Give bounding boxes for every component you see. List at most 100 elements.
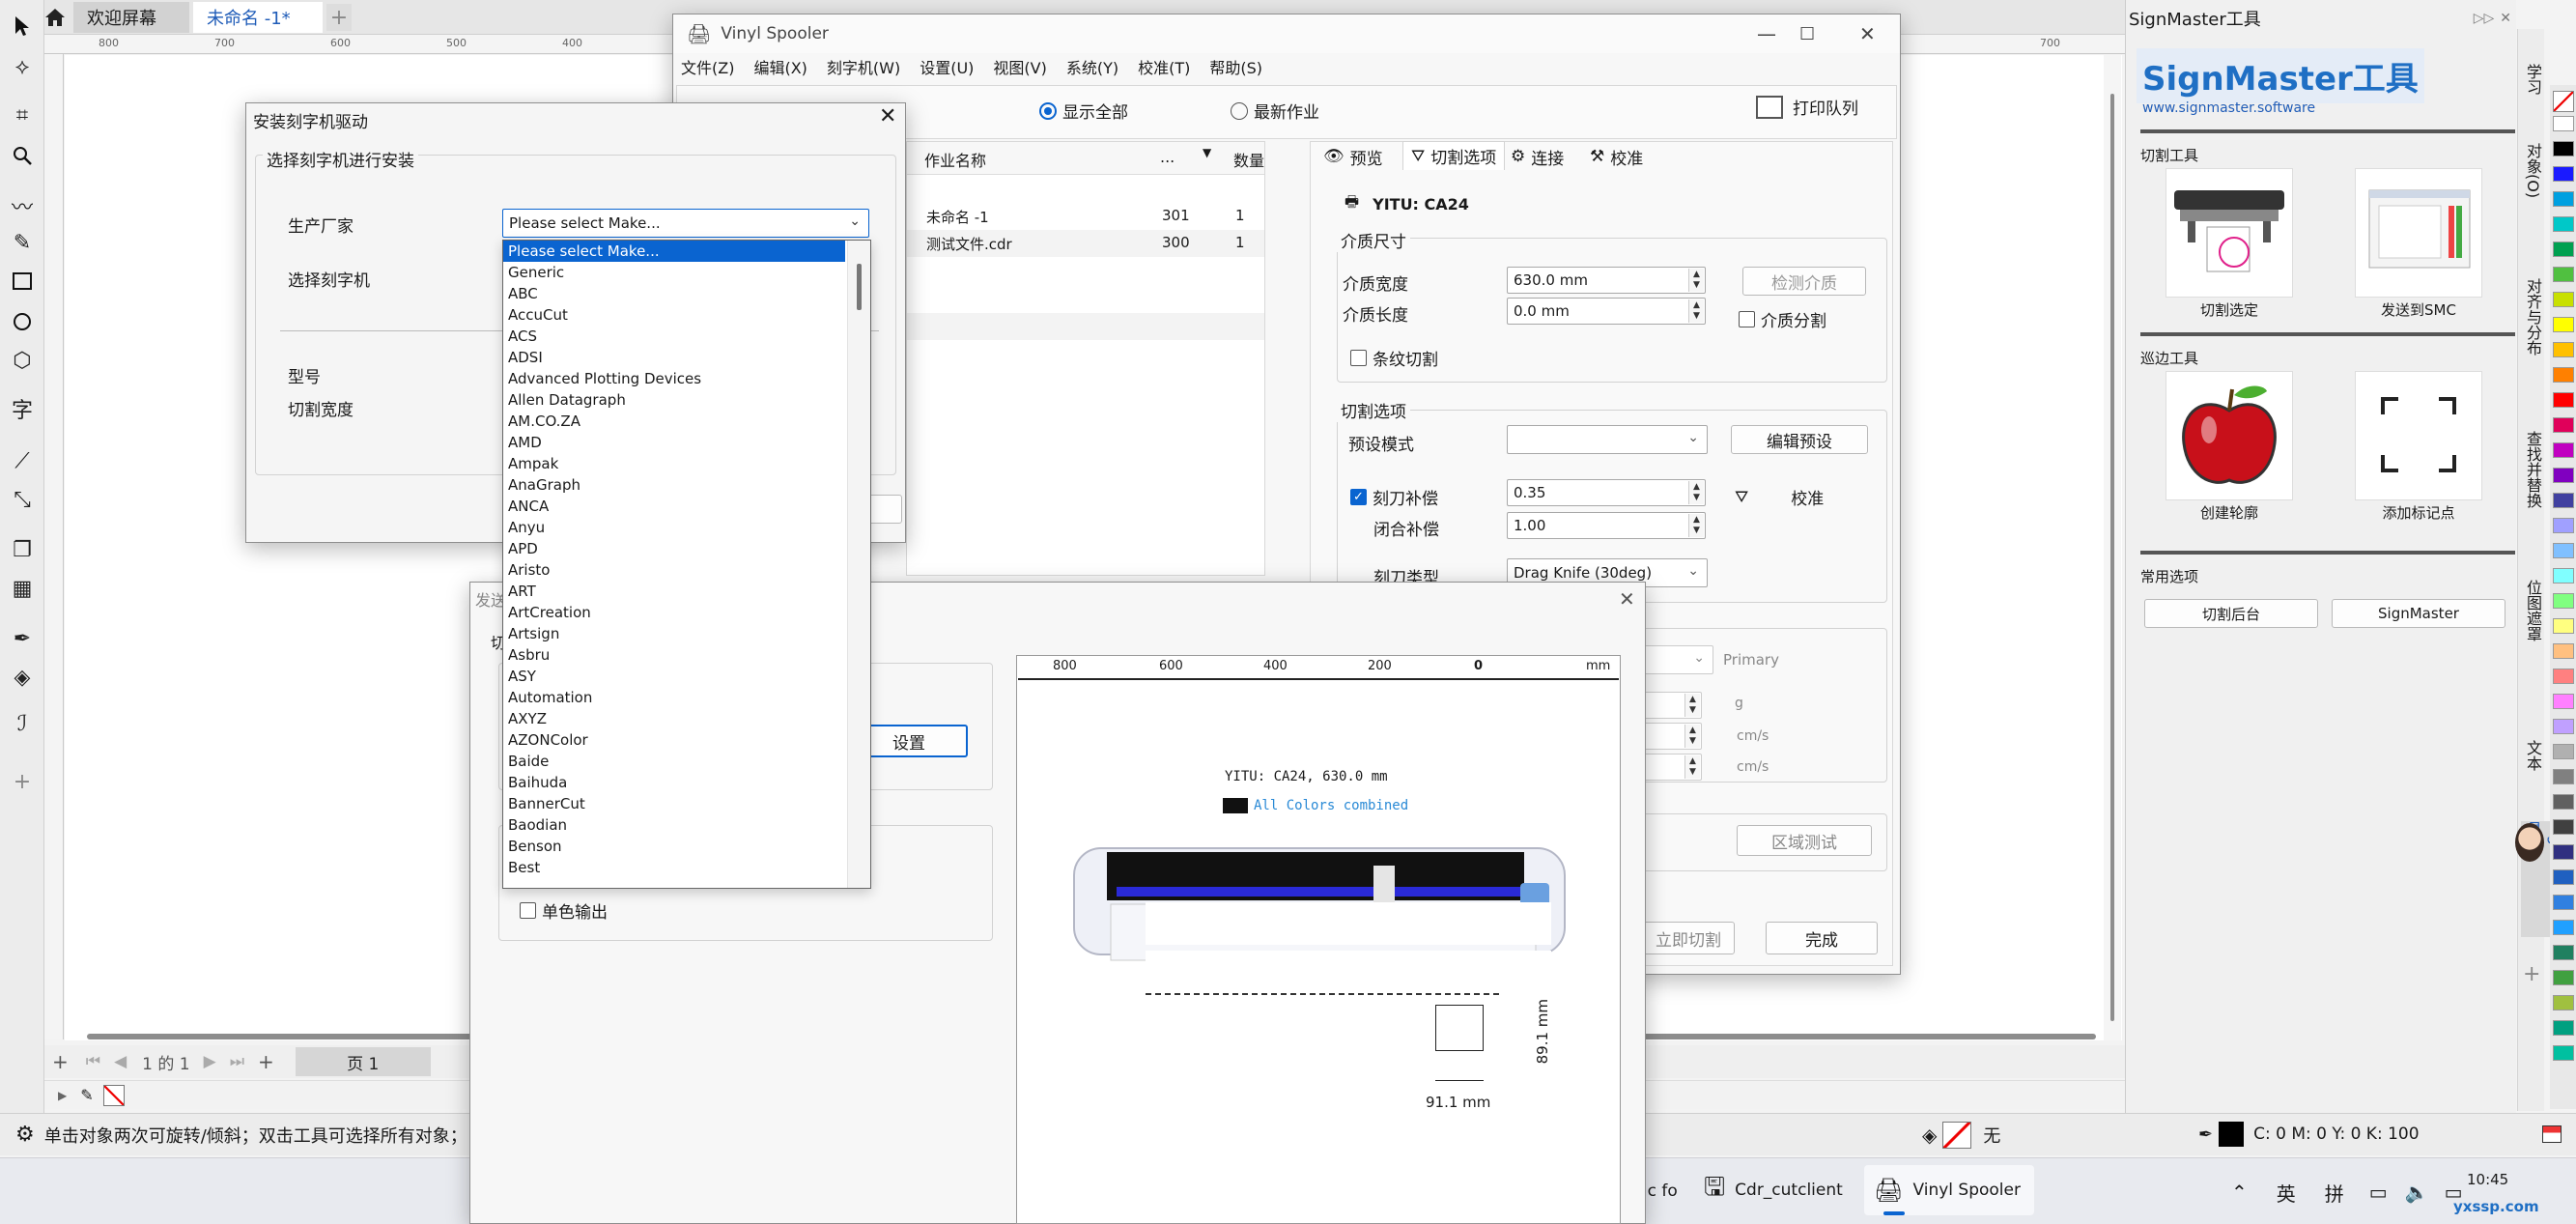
vertical-scrollbar[interactable]: [2104, 55, 2121, 1040]
palette-swatch[interactable]: [2553, 191, 2574, 207]
palette-swatch[interactable]: [2553, 819, 2574, 835]
palette-swatch[interactable]: [2553, 970, 2574, 985]
first-page-icon[interactable]: ⏮: [86, 1052, 100, 1071]
panel-collapse-icon[interactable]: ▷▷: [2474, 11, 2495, 26]
make-option[interactable]: Generic: [503, 262, 845, 283]
send-to-smc-tile[interactable]: [2355, 168, 2482, 298]
expand-arrow-icon[interactable]: ▶: [58, 1089, 67, 1102]
menu-edit[interactable]: 编辑(X): [753, 55, 807, 78]
last-page-icon[interactable]: ⏭: [230, 1052, 244, 1071]
palette-swatch[interactable]: [2553, 543, 2574, 558]
add-tab-button[interactable]: +: [326, 4, 352, 31]
eyedropper-icon[interactable]: ✒: [8, 624, 37, 653]
spinner-icon[interactable]: ▲ ▼: [1688, 481, 1704, 504]
detect-media-button[interactable]: 检测介质: [1742, 267, 1866, 296]
parallel-dimension-icon[interactable]: ⟋: [8, 446, 37, 475]
connector-tool-icon[interactable]: ⤡: [8, 485, 37, 514]
palette-swatch[interactable]: [2553, 267, 2574, 282]
make-option[interactable]: ArtCreation: [503, 602, 845, 623]
barcode-cut-checkbox[interactable]: 条纹切割: [1350, 346, 1438, 370]
taskbar-item-vinyl-spooler[interactable]: 🖨 Vinyl Spooler: [1864, 1165, 2034, 1215]
make-option[interactable]: ACS: [503, 326, 845, 347]
show-all-radio[interactable]: 显示全部: [1039, 99, 1128, 123]
job-row[interactable]: 测试文件.cdr 300 1: [907, 230, 1264, 257]
close-icon[interactable]: ✕: [1619, 587, 1635, 611]
palette-swatch[interactable]: [2553, 794, 2574, 810]
palette-swatch[interactable]: [2553, 166, 2574, 182]
palette-swatch[interactable]: [2553, 1020, 2574, 1036]
crop-tool-icon[interactable]: ⌗: [8, 100, 37, 129]
make-option[interactable]: Best: [503, 857, 845, 878]
signmaster-url[interactable]: www.signmaster.software: [2142, 100, 2315, 116]
home-icon[interactable]: [42, 5, 68, 30]
close-icon[interactable]: ✕: [879, 104, 896, 128]
outline-status[interactable]: ✒ C: 0 M: 0 Y: 0 K: 100: [2198, 1122, 2420, 1147]
make-option[interactable]: Benson: [503, 836, 845, 857]
no-color-swatch[interactable]: [102, 1084, 125, 1106]
page-tab[interactable]: 页 1: [295, 1047, 431, 1076]
make-select[interactable]: Please select Make... ⌄: [502, 209, 869, 238]
palette-swatch[interactable]: [2553, 719, 2574, 734]
docker-tab-objects[interactable]: 对象(O): [2521, 143, 2544, 198]
docker-tab-find-replace[interactable]: 查找并替换: [2521, 431, 2544, 508]
docker-tab-learn[interactable]: 学习: [2521, 64, 2544, 95]
palette-swatch[interactable]: [2553, 468, 2574, 483]
ime-mode[interactable]: 英: [2277, 1179, 2296, 1207]
display-icon[interactable]: ▭: [2369, 1181, 2388, 1204]
zoom-tool-icon[interactable]: [8, 141, 37, 170]
palette-swatch[interactable]: [2553, 242, 2574, 257]
edit-preset-button[interactable]: 编辑预设: [1731, 425, 1868, 454]
up-speed-input[interactable]: ▲ ▼: [1642, 754, 1702, 781]
create-contour-tile[interactable]: [2166, 371, 2293, 500]
transparency-icon[interactable]: ▦: [8, 574, 37, 603]
pressure-input[interactable]: ▲ ▼: [1642, 692, 1702, 719]
make-option[interactable]: Aristo: [503, 559, 845, 581]
make-option[interactable]: AZONColor: [503, 729, 845, 751]
add-page-icon[interactable]: +: [52, 1050, 69, 1073]
tab-cut-options[interactable]: ⛛ 切割选项: [1402, 141, 1506, 170]
menu-help[interactable]: 帮助(S): [1209, 55, 1262, 78]
close-icon[interactable]: ✕: [1859, 22, 1876, 45]
add-page-end-icon[interactable]: +: [258, 1050, 274, 1073]
cut-now-button[interactable]: 立即切割: [1642, 922, 1735, 954]
tab-connect[interactable]: ⚙ 连接: [1511, 145, 1564, 169]
sort-arrow-icon[interactable]: ▼: [1203, 146, 1211, 159]
eyedropper-small-icon[interactable]: ✎: [80, 1086, 93, 1104]
tab-preview[interactable]: 👁 预览: [1323, 145, 1383, 169]
palette-swatch[interactable]: [2553, 493, 2574, 508]
make-option[interactable]: Allen Datagraph: [503, 389, 845, 411]
docker-tab-align[interactable]: 对齐与分布: [2521, 278, 2544, 356]
palette-swatch[interactable]: [2553, 995, 2574, 1011]
make-dropdown-list[interactable]: Please select Make... Generic ABC AccuCut AC…: [502, 240, 871, 889]
spinner-icon[interactable]: ▲ ▼: [1688, 514, 1704, 537]
tab-welcome[interactable]: 欢迎屏幕: [73, 2, 189, 33]
menu-view[interactable]: 视图(V): [993, 55, 1046, 78]
panel-close-icon[interactable]: ✕: [2500, 11, 2511, 26]
media-length-input[interactable]: 0.0 mm ▲ ▼: [1507, 298, 1706, 325]
shape-tool-icon[interactable]: ⟡: [8, 52, 37, 81]
spinner-icon[interactable]: ▲ ▼: [1688, 299, 1704, 323]
color-settings-icon[interactable]: [2542, 1125, 2562, 1143]
make-option[interactable]: Anyu: [503, 517, 845, 538]
ime-input[interactable]: 拼: [2325, 1179, 2344, 1207]
fill-status[interactable]: ◈ 无: [1922, 1122, 2000, 1149]
palette-swatch[interactable]: [2553, 844, 2574, 860]
close-comp-input[interactable]: 1.00 ▲ ▼: [1507, 512, 1706, 539]
palette-swatch[interactable]: [2553, 1045, 2574, 1061]
make-option[interactable]: ANCA: [503, 496, 845, 517]
taskbar-item-cdr-cutclient[interactable]: 🖫 Cdr_cutclient: [1704, 1165, 1851, 1215]
menu-calibrate[interactable]: 校准(T): [1138, 55, 1190, 78]
palette-swatch[interactable]: [2553, 694, 2574, 709]
palette-swatch[interactable]: [2553, 141, 2574, 157]
palette-swatch[interactable]: [2553, 769, 2574, 784]
make-option[interactable]: Ampak: [503, 453, 845, 474]
spinner-icon[interactable]: ▲ ▼: [1684, 725, 1700, 748]
chevron-up-icon[interactable]: ⌃: [2231, 1181, 2248, 1204]
make-option[interactable]: AnaGraph: [503, 474, 845, 496]
palette-swatch[interactable]: [2553, 216, 2574, 232]
blade-calibrate-button[interactable]: ⛛ 校准: [1735, 485, 1824, 510]
drop-shadow-icon[interactable]: ❐: [8, 535, 37, 564]
palette-swatch[interactable]: [2553, 392, 2574, 408]
tab-document[interactable]: 未命名 -1*: [193, 2, 323, 33]
add-marks-tile[interactable]: [2355, 371, 2482, 500]
